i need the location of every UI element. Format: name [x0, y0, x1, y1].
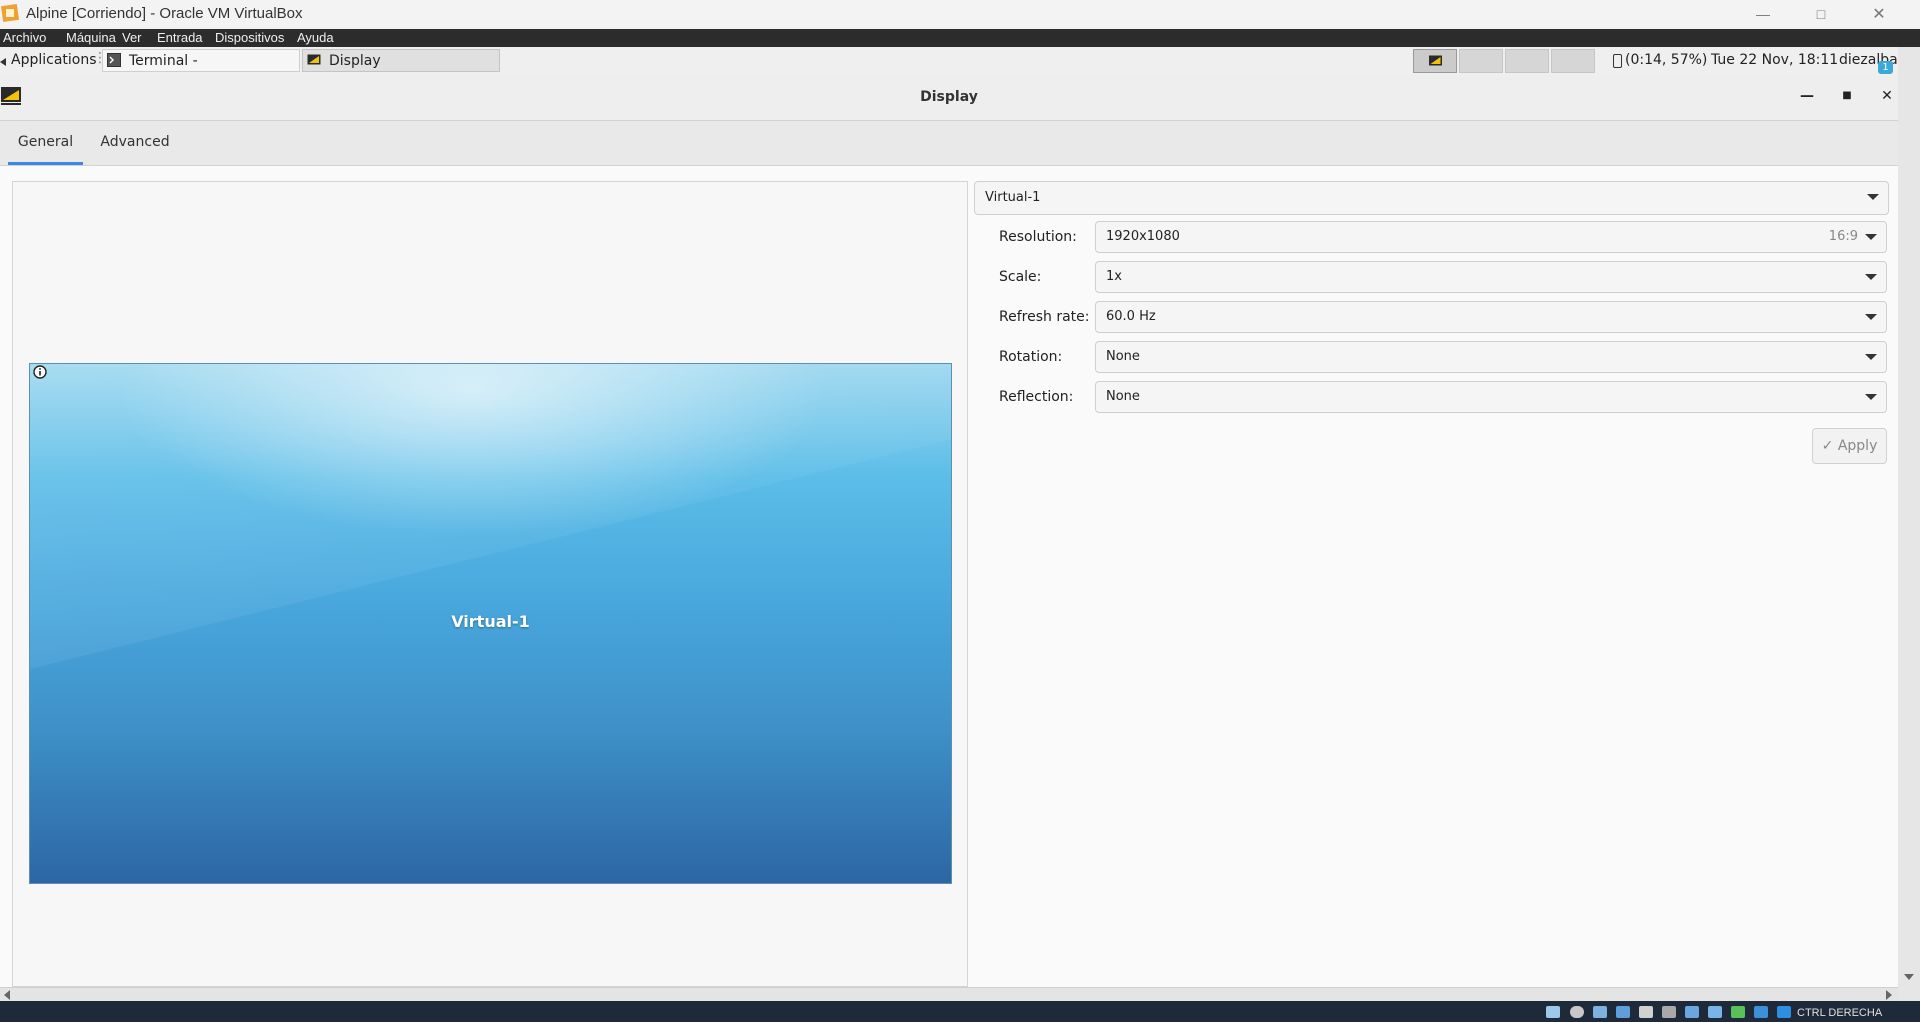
scroll-left-arrow[interactable]: [4, 990, 10, 1000]
host-menubar: Archivo Máquina Ver Entrada Dispositivos…: [0, 29, 1920, 47]
taskbar-item-label: Display: [329, 53, 381, 69]
host-minimize-button[interactable]: —: [1734, 0, 1792, 29]
dialog-maximize-button[interactable]: ■: [1836, 85, 1858, 107]
display-settings-icon: [1429, 55, 1442, 66]
apply-button-label: Apply: [1837, 438, 1878, 454]
top-panel: Applications ⋮ Terminal - Display (0:14,…: [0, 47, 1898, 76]
host-close-button[interactable]: ✕: [1850, 0, 1908, 29]
tab-bar: General Advanced: [0, 121, 1898, 166]
rotation-select[interactable]: None: [1095, 341, 1887, 373]
mouse-integration-icon[interactable]: [1754, 1006, 1768, 1018]
chevron-down-icon: [1865, 394, 1877, 400]
taskbar-item-display[interactable]: Display: [302, 49, 500, 72]
workspace-4[interactable]: [1551, 49, 1595, 73]
guest-screen: Applications ⋮ Terminal - Display (0:14,…: [0, 47, 1898, 1015]
workspace-1[interactable]: [1413, 49, 1457, 73]
host-window-title: Alpine [Corriendo] - Oracle VM VirtualBo…: [26, 5, 303, 22]
applications-menu[interactable]: Applications: [0, 52, 97, 68]
horizontal-scrollbar[interactable]: [0, 987, 1898, 1002]
reflection-label: Reflection:: [999, 389, 1074, 405]
display-icon[interactable]: [1685, 1006, 1699, 1018]
audio-icon[interactable]: [1593, 1006, 1607, 1018]
workspace-3[interactable]: [1505, 49, 1549, 73]
monitor-label: Virtual-1: [451, 612, 530, 631]
dialog-close-button[interactable]: ✕: [1876, 85, 1898, 107]
dialog-titlebar: Display — ■ ✕: [0, 75, 1898, 121]
checkmark-icon: ✓: [1821, 438, 1834, 454]
reflection-select[interactable]: None: [1095, 381, 1887, 413]
scale-select[interactable]: 1x: [1095, 261, 1887, 293]
cpu-icon[interactable]: [1731, 1006, 1745, 1018]
display-dialog: Display — ■ ✕ General Advanced Virtual-1: [0, 75, 1898, 1015]
menu-maquina[interactable]: Máquina: [66, 30, 116, 45]
menu-archivo[interactable]: Archivo: [3, 30, 46, 45]
output-select-value: Virtual-1: [985, 190, 1041, 205]
optical-drive-icon[interactable]: [1570, 1006, 1584, 1018]
menu-ver[interactable]: Ver: [122, 30, 142, 45]
reflection-value: None: [1106, 389, 1140, 404]
recording-icon[interactable]: [1708, 1006, 1722, 1018]
host-maximize-button[interactable]: □: [1792, 0, 1850, 29]
chevron-down-icon: [1865, 314, 1877, 320]
chevron-down-icon: [1865, 354, 1877, 360]
rotation-value: None: [1106, 349, 1140, 364]
display-layout-preview: Virtual-1: [12, 181, 968, 987]
scale-label: Scale:: [999, 269, 1042, 285]
network-icon[interactable]: [1616, 1006, 1630, 1018]
usb-icon[interactable]: [1639, 1006, 1653, 1018]
refresh-rate-value: 60.0 Hz: [1106, 309, 1156, 324]
vertical-scrollbar[interactable]: [1898, 47, 1920, 1001]
menu-ayuda[interactable]: Ayuda: [297, 30, 334, 45]
host-statusbar: CTRL DERECHA: [0, 1001, 1920, 1022]
chevron-down-icon: [1865, 234, 1877, 240]
tab-advanced[interactable]: Advanced: [95, 121, 175, 165]
output-select[interactable]: Virtual-1: [974, 181, 1889, 215]
dialog-title: Display: [920, 89, 978, 105]
keyboard-icon[interactable]: [1777, 1006, 1791, 1018]
tab-general[interactable]: General: [8, 121, 83, 165]
wallpaper-sheen: [30, 364, 951, 694]
info-icon[interactable]: [33, 365, 47, 379]
clock[interactable]: Tue 22 Nov, 18:11: [1711, 52, 1838, 68]
terminal-icon: [107, 53, 121, 67]
notification-badge[interactable]: 1: [1878, 61, 1893, 74]
scale-value: 1x: [1106, 269, 1122, 284]
virtualbox-icon: [0, 3, 20, 23]
taskbar-item-label: Terminal -: [129, 53, 198, 69]
chevron-down-icon: [1867, 194, 1879, 200]
menu-entrada[interactable]: Entrada: [157, 30, 203, 45]
battery-indicator[interactable]: (0:14, 57%): [1612, 52, 1707, 68]
aspect-ratio-label: 16:9: [1828, 229, 1858, 244]
display-settings-icon: [307, 54, 321, 65]
host-key-label: CTRL DERECHA: [1797, 1007, 1883, 1019]
resolution-select[interactable]: 1920x1080 16:9: [1095, 221, 1887, 253]
taskbar-item-terminal[interactable]: Terminal -: [102, 49, 300, 72]
apply-button[interactable]: ✓ Apply: [1812, 428, 1887, 464]
rotation-label: Rotation:: [999, 349, 1063, 365]
scroll-right-arrow[interactable]: [1886, 990, 1892, 1000]
workspace-2[interactable]: [1459, 49, 1503, 73]
monitor-virtual-1[interactable]: Virtual-1: [29, 363, 952, 884]
host-window-titlebar: Alpine [Corriendo] - Oracle VM VirtualBo…: [0, 0, 1920, 29]
resolution-label: Resolution:: [999, 229, 1077, 245]
menu-dispositivos[interactable]: Dispositivos: [215, 30, 284, 45]
scroll-down-arrow[interactable]: [1904, 974, 1914, 980]
resolution-value: 1920x1080: [1106, 229, 1180, 244]
chevron-down-icon: [1865, 274, 1877, 280]
shared-folders-icon[interactable]: [1662, 1006, 1676, 1018]
refresh-rate-label: Refresh rate:: [999, 309, 1090, 325]
refresh-rate-select[interactable]: 60.0 Hz: [1095, 301, 1887, 333]
dialog-minimize-button[interactable]: —: [1796, 85, 1818, 107]
hard-disk-icon[interactable]: [1546, 1006, 1560, 1018]
